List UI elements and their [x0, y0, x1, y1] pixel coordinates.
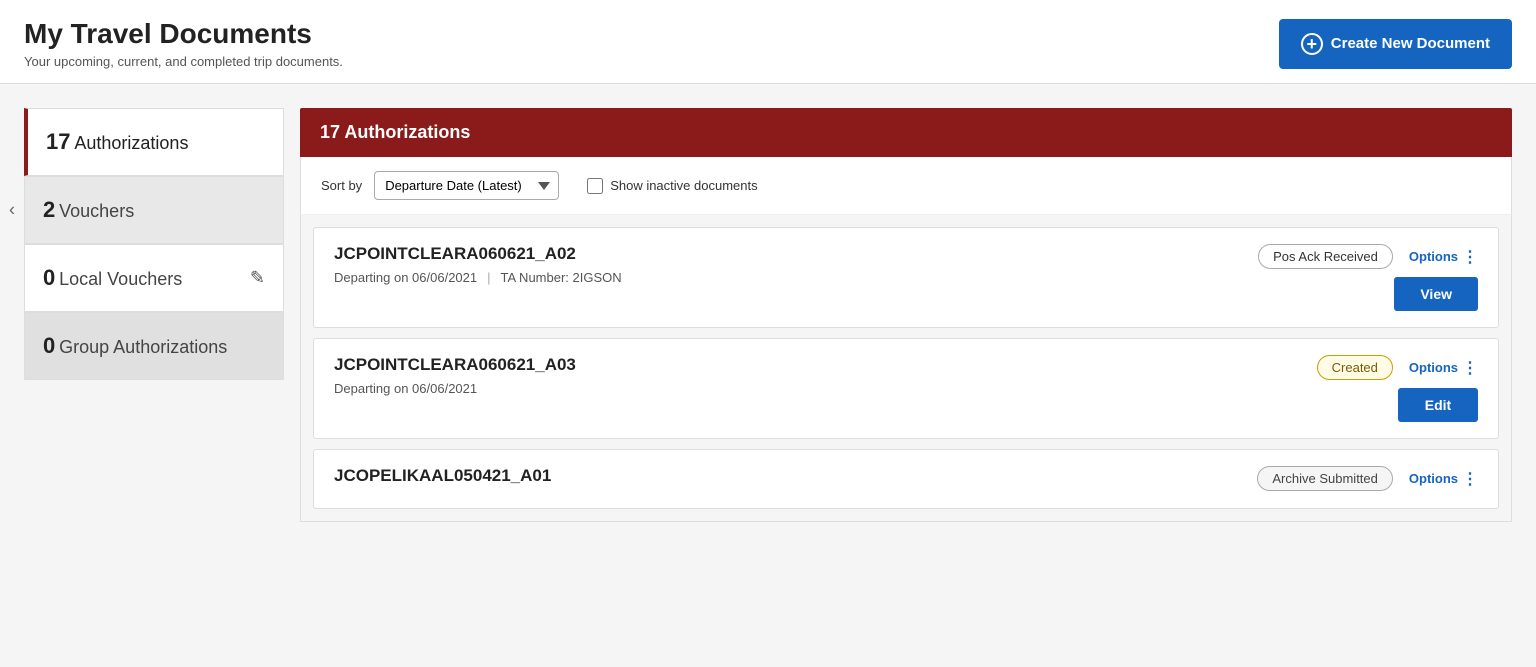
sidebar-item-authorizations-label: Authorizations — [74, 133, 188, 153]
doc-right-2: Created Options ⋮ Edit — [1317, 355, 1478, 422]
sidebar-item-group-authorizations-label: Group Authorizations — [59, 337, 227, 357]
doc-options-button-2[interactable]: Options ⋮ — [1409, 358, 1478, 378]
page-title: My Travel Documents — [24, 18, 343, 50]
show-inactive-text: Show inactive documents — [610, 178, 757, 193]
sidebar-item-authorizations[interactable]: 17 Authorizations — [24, 108, 284, 176]
doc-options-button-1[interactable]: Options ⋮ — [1409, 247, 1478, 267]
sort-select[interactable]: Departure Date (Latest) Departure Date (… — [374, 171, 559, 200]
doc-departing-2: Departing on 06/06/2021 — [334, 381, 477, 396]
doc-top-right-1: Pos Ack Received Options ⋮ — [1258, 244, 1478, 269]
show-inactive-label[interactable]: Show inactive documents — [587, 178, 757, 194]
create-new-document-button[interactable]: + Create New Document — [1279, 19, 1512, 69]
documents-list: JCPOINTCLEARA060621_A02 Departing on 06/… — [300, 215, 1512, 522]
plus-icon: + — [1301, 33, 1323, 55]
doc-view-button-1[interactable]: View — [1394, 277, 1478, 311]
cursor-pointer-icon: ✎ — [250, 268, 265, 289]
doc-top-right-2: Created Options ⋮ — [1317, 355, 1478, 380]
doc-status-badge-1: Pos Ack Received — [1258, 244, 1393, 269]
panel-header-label: Authorizations — [344, 122, 470, 142]
doc-card-3: JCOPELIKAAL050421_A01 Archive Submitted … — [313, 449, 1499, 509]
sidebar-item-local-vouchers-label: Local Vouchers — [59, 269, 182, 289]
doc-status-badge-2: Created — [1317, 355, 1393, 380]
doc-meta-1: Departing on 06/06/2021 | TA Number: 2IG… — [334, 270, 1238, 285]
doc-separator-1: | — [487, 270, 490, 285]
doc-status-badge-3: Archive Submitted — [1257, 466, 1393, 491]
sidebar-item-group-authorizations[interactable]: 0 Group Authorizations — [24, 312, 284, 380]
options-dots-icon-1: ⋮ — [1462, 247, 1478, 267]
doc-options-button-3[interactable]: Options ⋮ — [1409, 469, 1478, 489]
sidebar-item-local-vouchers-count: 0 — [43, 265, 55, 290]
doc-left-1: JCPOINTCLEARA060621_A02 Departing on 06/… — [334, 244, 1238, 285]
sidebar-item-local-vouchers[interactable]: 0 Local Vouchers ✎ — [24, 244, 284, 312]
options-label-2: Options — [1409, 360, 1458, 375]
doc-right-3: Archive Submitted Options ⋮ — [1257, 466, 1478, 491]
create-button-label: Create New Document — [1331, 35, 1490, 52]
sidebar-item-authorizations-count: 17 — [46, 129, 70, 154]
panel-header: 17 Authorizations — [300, 108, 1512, 157]
main-content: 17 Authorizations ‹ 2 Vouchers 0 Local V… — [0, 84, 1536, 546]
sidebar-chevron-icon: ‹ — [9, 200, 15, 221]
show-inactive-checkbox[interactable] — [587, 178, 603, 194]
doc-title-1: JCPOINTCLEARA060621_A02 — [334, 244, 1238, 264]
options-dots-icon-2: ⋮ — [1462, 358, 1478, 378]
options-label-3: Options — [1409, 471, 1458, 486]
doc-card-2: JCPOINTCLEARA060621_A03 Departing on 06/… — [313, 338, 1499, 439]
page-header: My Travel Documents Your upcoming, curre… — [0, 0, 1536, 84]
sort-by-label: Sort by — [321, 178, 362, 193]
options-dots-icon-3: ⋮ — [1462, 469, 1478, 489]
doc-title-2: JCPOINTCLEARA060621_A03 — [334, 355, 1297, 375]
doc-departing-1: Departing on 06/06/2021 — [334, 270, 477, 285]
doc-top-right-3: Archive Submitted Options ⋮ — [1257, 466, 1478, 491]
panel-toolbar: Sort by Departure Date (Latest) Departur… — [300, 157, 1512, 215]
doc-left-2: JCPOINTCLEARA060621_A03 Departing on 06/… — [334, 355, 1297, 396]
sidebar-item-vouchers-count: 2 — [43, 197, 55, 222]
sidebar-item-group-authorizations-count: 0 — [43, 333, 55, 358]
doc-ta-number-1: TA Number: 2IGSON — [501, 270, 622, 285]
sidebar-item-vouchers-label: Vouchers — [59, 201, 134, 221]
doc-meta-2: Departing on 06/06/2021 — [334, 381, 1297, 396]
doc-edit-button-2[interactable]: Edit — [1398, 388, 1478, 422]
sidebar-item-vouchers[interactable]: ‹ 2 Vouchers — [24, 176, 284, 244]
sidebar: 17 Authorizations ‹ 2 Vouchers 0 Local V… — [24, 108, 284, 380]
doc-title-3: JCOPELIKAAL050421_A01 — [334, 466, 1237, 486]
panel-header-count: 17 — [320, 122, 340, 142]
page-subtitle: Your upcoming, current, and completed tr… — [24, 54, 343, 69]
doc-card-1: JCPOINTCLEARA060621_A02 Departing on 06/… — [313, 227, 1499, 328]
options-label-1: Options — [1409, 249, 1458, 264]
doc-left-3: JCOPELIKAAL050421_A01 — [334, 466, 1237, 492]
header-left: My Travel Documents Your upcoming, curre… — [24, 18, 343, 69]
doc-right-1: Pos Ack Received Options ⋮ View — [1258, 244, 1478, 311]
main-panel: 17 Authorizations Sort by Departure Date… — [300, 108, 1512, 522]
